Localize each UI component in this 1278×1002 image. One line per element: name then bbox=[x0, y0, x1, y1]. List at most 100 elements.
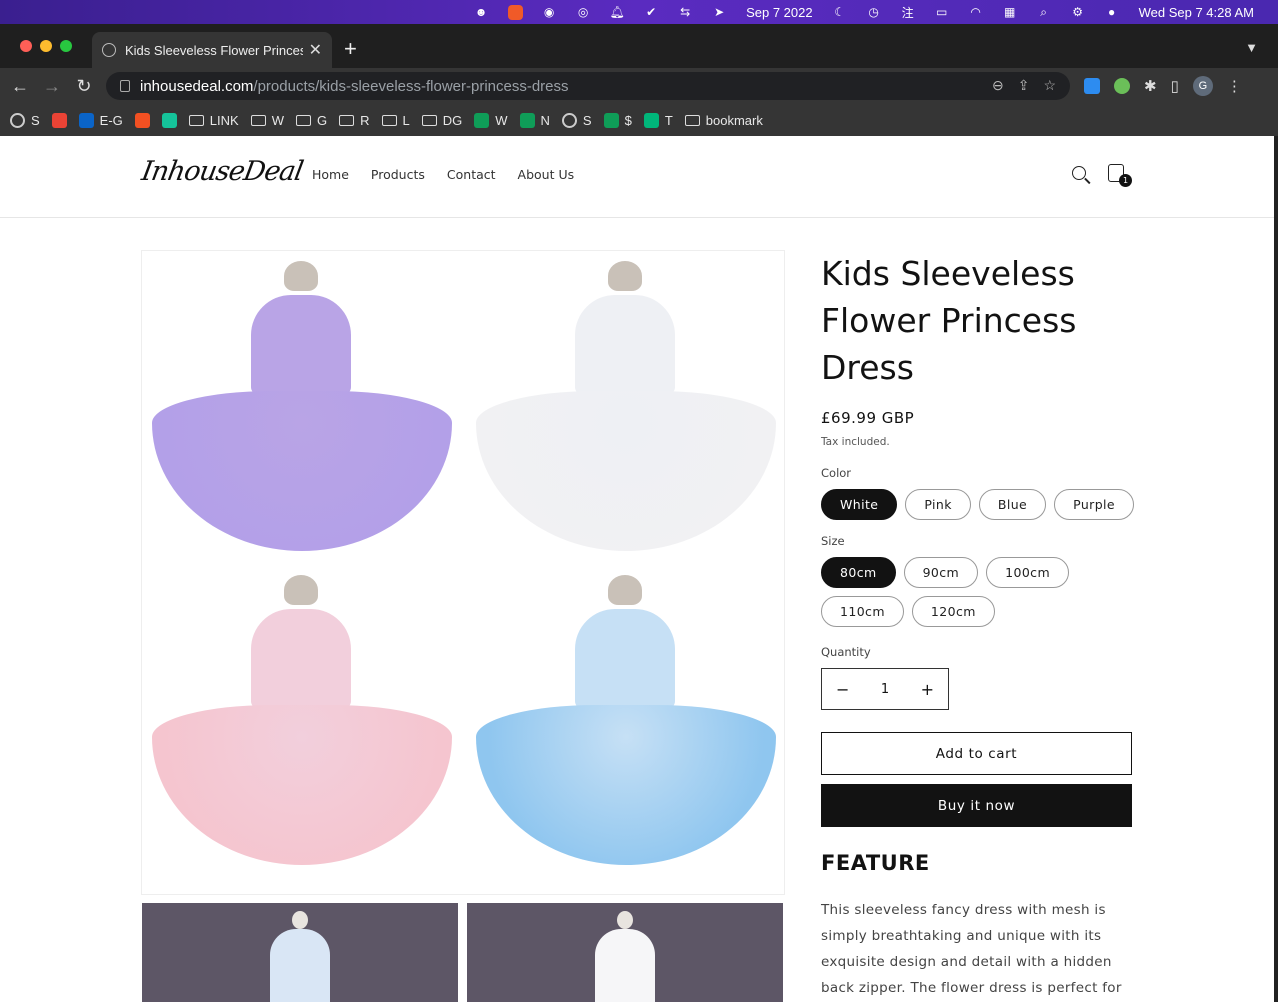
green-extension-icon[interactable] bbox=[1114, 78, 1130, 94]
add-to-cart-button[interactable]: Add to cart bbox=[821, 732, 1132, 775]
bookmark-item[interactable] bbox=[51, 112, 67, 128]
color-option-purple[interactable]: Purple bbox=[1054, 489, 1135, 520]
time-machine-icon[interactable]: ◷ bbox=[863, 3, 885, 21]
reload-icon[interactable]: ↻ bbox=[68, 76, 100, 97]
siri-icon[interactable]: ● bbox=[1101, 3, 1123, 21]
dress-skirt bbox=[476, 705, 776, 865]
nav-about-us[interactable]: About Us bbox=[518, 167, 575, 182]
bookmark-item[interactable]: S bbox=[10, 112, 40, 128]
size-option-80cm[interactable]: 80cm bbox=[821, 557, 896, 588]
bookmark-item[interactable]: L bbox=[381, 113, 410, 128]
new-tab-button[interactable]: + bbox=[344, 38, 357, 60]
battery-icon[interactable]: ▭ bbox=[931, 3, 953, 21]
buy-it-now-button[interactable]: Buy it now bbox=[821, 784, 1132, 827]
bookmark-item[interactable]: T bbox=[643, 112, 673, 128]
window-controls bbox=[20, 40, 72, 52]
cart-bag-icon[interactable]: 1 bbox=[1108, 164, 1132, 187]
keyboard-icon[interactable]: ▦ bbox=[999, 3, 1021, 21]
line-icon[interactable]: ◉ bbox=[538, 3, 560, 21]
bookmark-label: E-G bbox=[99, 112, 123, 128]
quantity-input[interactable]: 1 bbox=[881, 682, 889, 697]
bookmark-item[interactable]: W bbox=[474, 112, 508, 128]
close-window-button[interactable] bbox=[20, 40, 32, 52]
address-bar[interactable]: inhousedeal.com/products/kids-sleeveless… bbox=[106, 72, 1070, 100]
bookmark-item[interactable]: N bbox=[519, 112, 550, 128]
share-icon[interactable]: ⇪ bbox=[1018, 77, 1030, 94]
color-option-white[interactable]: White bbox=[821, 489, 898, 520]
menubar-date[interactable]: Sep 7 2022 bbox=[746, 5, 813, 20]
lock-icon[interactable] bbox=[120, 80, 130, 92]
bookmark-label: DG bbox=[442, 112, 463, 128]
mannequin-head bbox=[284, 575, 318, 605]
zoom-icon[interactable]: ⊖ bbox=[992, 77, 1004, 94]
search-icon[interactable] bbox=[1072, 166, 1086, 180]
tab-globe-icon bbox=[102, 43, 116, 57]
bookmark-item[interactable]: S bbox=[561, 112, 592, 128]
bookmark-item[interactable]: R bbox=[339, 112, 370, 128]
minimize-window-button[interactable] bbox=[40, 40, 52, 52]
product-main-image[interactable] bbox=[141, 250, 785, 895]
moon-icon[interactable]: ☾ bbox=[829, 3, 851, 21]
back-arrow-icon[interactable]: ← bbox=[4, 76, 36, 97]
quantity-increase-button[interactable]: + bbox=[921, 680, 934, 699]
app-orange-icon[interactable] bbox=[504, 3, 526, 21]
bookmark-item[interactable]: W bbox=[250, 112, 284, 128]
quantity-decrease-button[interactable]: − bbox=[836, 680, 849, 699]
bookmark-label: LINK bbox=[209, 112, 239, 128]
size-option-110cm[interactable]: 110cm bbox=[821, 596, 904, 627]
nav-contact[interactable]: Contact bbox=[447, 167, 496, 182]
menubar-clock[interactable]: Wed Sep 7 4:28 AM bbox=[1139, 5, 1254, 20]
side-panel-icon[interactable]: ▯ bbox=[1171, 77, 1179, 95]
teamviewer-icon[interactable]: ⇆ bbox=[674, 3, 696, 21]
bookmark-label: W bbox=[271, 112, 284, 128]
url-host: inhousedeal.com bbox=[140, 77, 254, 95]
browser-menu-icon[interactable]: ⋮ bbox=[1227, 77, 1242, 95]
bookmark-item[interactable]: G bbox=[295, 113, 327, 128]
product-info: Kids Sleeveless Flower Princess Dress £6… bbox=[821, 250, 1141, 1002]
color-option-blue[interactable]: Blue bbox=[978, 489, 1047, 520]
nav-products[interactable]: Products bbox=[371, 167, 425, 182]
tab-search-chevron-icon[interactable]: ▼ bbox=[1245, 40, 1258, 55]
dress-purple bbox=[146, 255, 458, 565]
spotlight-search-icon[interactable]: ⌕ bbox=[1033, 3, 1055, 21]
site-logo[interactable]: InhouseDeal bbox=[139, 156, 305, 187]
notification-bell-icon[interactable]: 🔔︎ bbox=[606, 3, 628, 21]
size-option-100cm[interactable]: 100cm bbox=[986, 557, 1070, 588]
puzzle-extensions-icon[interactable]: ✱ bbox=[1144, 77, 1157, 95]
bookmark-item[interactable] bbox=[161, 112, 177, 128]
browser-tab[interactable]: Kids Sleeveless Flower Princess Dress ✕ bbox=[92, 32, 332, 68]
mannequin-head bbox=[617, 911, 633, 929]
microsoft-icon bbox=[134, 112, 150, 128]
product-thumbnail-front[interactable] bbox=[142, 903, 458, 1002]
bookmark-item[interactable]: bookmark bbox=[684, 113, 763, 128]
wechat-icon[interactable]: ◎ bbox=[572, 3, 594, 21]
product-title: Kids Sleeveless Flower Princess Dress bbox=[821, 254, 1077, 387]
bookmark-label: R bbox=[360, 112, 370, 128]
bookmark-star-icon[interactable]: ☆ bbox=[1043, 77, 1056, 94]
mannequin-head bbox=[608, 575, 642, 605]
size-option-120cm[interactable]: 120cm bbox=[911, 596, 995, 627]
page-scrollbar[interactable] bbox=[1274, 136, 1278, 1002]
product-thumbnail-back[interactable] bbox=[467, 903, 783, 1002]
bookmark-item[interactable]: DG bbox=[421, 112, 463, 128]
direct-arrow-icon[interactable]: ➤ bbox=[708, 3, 730, 21]
color-options: White Pink Blue Purple bbox=[821, 489, 1141, 520]
nav-home[interactable]: Home bbox=[312, 167, 349, 182]
zoom-window-button[interactable] bbox=[60, 40, 72, 52]
viking-app-icon[interactable]: ☻ bbox=[470, 3, 492, 21]
bookmark-item[interactable]: $ bbox=[603, 112, 632, 128]
size-options: 80cm 90cm 100cm 110cm 120cm bbox=[821, 557, 1141, 627]
close-tab-icon[interactable]: ✕ bbox=[309, 40, 322, 60]
size-option-90cm[interactable]: 90cm bbox=[903, 557, 979, 588]
forward-arrow-icon[interactable]: → bbox=[36, 76, 68, 97]
input-method-icon[interactable]: 注 bbox=[897, 3, 919, 21]
control-center-icon[interactable]: ⚙ bbox=[1067, 3, 1089, 21]
profile-avatar[interactable]: G bbox=[1192, 76, 1213, 96]
bookmark-item[interactable] bbox=[134, 112, 150, 128]
bookmark-item[interactable]: LINK bbox=[188, 112, 239, 128]
wifi-icon[interactable]: ◠ bbox=[965, 3, 987, 21]
checkmark-app-icon[interactable]: ✔ bbox=[640, 3, 662, 21]
bookmark-item[interactable]: E-G bbox=[78, 112, 123, 128]
download-extension-icon[interactable] bbox=[1084, 78, 1100, 94]
color-option-pink[interactable]: Pink bbox=[905, 489, 971, 520]
